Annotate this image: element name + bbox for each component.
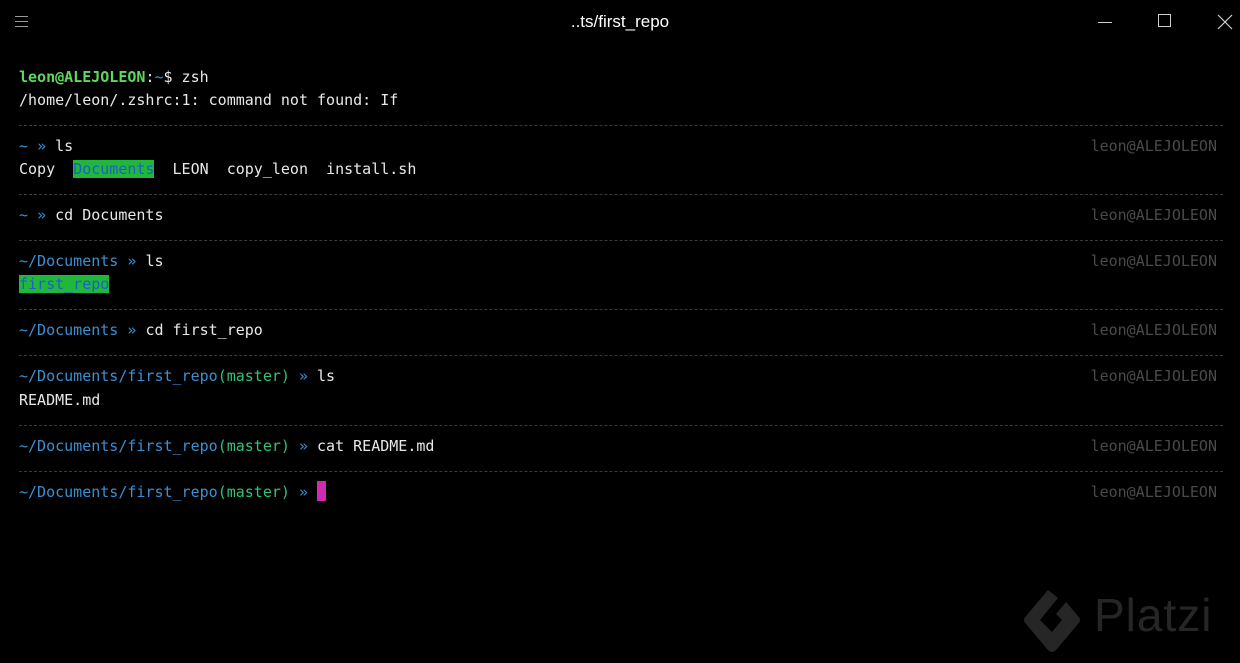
- prompt-path: ~/Documents/first_repo: [19, 437, 218, 455]
- prompt-path: ~/Documents/first_repo: [19, 367, 218, 385]
- prompt-arrow: »: [298, 483, 308, 501]
- file-entry: copy_leon: [226, 160, 308, 178]
- prompt-line: ~ » ls: [19, 135, 73, 158]
- output-line: Copy Documents LEON copy_leon install.sh: [19, 158, 416, 181]
- right-prompt-user: leon@ALEJOLEON: [1090, 437, 1217, 455]
- right-prompt-user: leon@ALEJOLEON: [1090, 252, 1217, 270]
- command-text: ls: [317, 367, 336, 385]
- watermark-text: Platzi: [1094, 589, 1213, 641]
- prompt-path: ~: [154, 68, 164, 86]
- error-output-line: /home/leon/.zshrc:1: command not found: …: [19, 91, 399, 109]
- output-line: first_repo: [19, 273, 110, 296]
- prompt-user: leon@ALEJOLEON: [19, 68, 146, 86]
- text-cursor: [317, 481, 327, 501]
- right-prompt-user: leon@ALEJOLEON: [1090, 367, 1217, 385]
- file-entry: Copy: [19, 160, 56, 178]
- directory-entry: first_repo: [19, 275, 110, 293]
- right-prompt-user: leon@ALEJOLEON: [1090, 206, 1217, 224]
- prompt-path: ~: [19, 137, 29, 155]
- minimize-icon[interactable]: [1090, 8, 1120, 36]
- prompt-arrow: »: [298, 437, 308, 455]
- prompt-dollar: $: [163, 68, 173, 86]
- prompt-arrow: »: [37, 137, 47, 155]
- command-text: zsh: [172, 68, 209, 86]
- command-text: cd first_repo: [145, 321, 263, 339]
- directory-entry: Documents: [73, 160, 155, 178]
- platzi-watermark: Platzi: [1022, 586, 1232, 654]
- file-entry: README.md: [19, 391, 101, 409]
- prompt-separator: [19, 355, 1223, 356]
- prompt-path: ~: [19, 206, 29, 224]
- prompt-arrow: »: [127, 252, 137, 270]
- prompt-path: ~/Documents/first_repo: [19, 483, 218, 501]
- prompt-arrow: »: [298, 367, 308, 385]
- prompt-separator: [19, 471, 1223, 472]
- git-branch: (master): [217, 483, 290, 501]
- maximize-icon[interactable]: [1150, 8, 1180, 36]
- git-branch: (master): [217, 437, 290, 455]
- prompt-separator: [19, 194, 1223, 195]
- file-entry: LEON: [172, 160, 209, 178]
- command-text: cat README.md: [317, 437, 435, 455]
- prompt-separator: [19, 125, 1223, 126]
- prompt-line: ~/Documents/first_repo(master) » cat REA…: [19, 435, 434, 458]
- output-line: README.md: [19, 389, 100, 412]
- prompt-line: ~/Documents » cd first_repo: [19, 319, 263, 342]
- prompt-separator: [19, 309, 1223, 310]
- right-prompt-user: leon@ALEJOLEON: [1090, 137, 1217, 155]
- prompt-arrow: »: [37, 206, 47, 224]
- right-prompt-user: leon@ALEJOLEON: [1090, 483, 1217, 501]
- terminal-window: ..ts/first_repo leon@ALEJOLEON:~$ zsh /h…: [0, 0, 1240, 663]
- command-text: ls: [55, 137, 74, 155]
- git-branch: (master): [217, 367, 290, 385]
- prompt-separator: [19, 240, 1223, 241]
- file-entry: install.sh: [326, 160, 417, 178]
- prompt-line: ~/Documents/first_repo(master) » ls: [19, 365, 335, 388]
- active-prompt-line[interactable]: ~/Documents/first_repo(master) »: [19, 481, 327, 504]
- title-bar: ..ts/first_repo: [0, 0, 1240, 46]
- close-icon[interactable]: [1210, 8, 1240, 36]
- command-text: ls: [145, 252, 164, 270]
- platzi-logo-icon: [1024, 590, 1080, 652]
- initial-prompt-line: leon@ALEJOLEON:~$ zsh: [19, 66, 209, 89]
- window-title: ..ts/first_repo: [570, 12, 670, 31]
- prompt-path: ~/Documents: [19, 321, 119, 339]
- prompt-line: ~/Documents » ls: [19, 250, 164, 273]
- prompt-line: ~ » cd Documents: [19, 204, 164, 227]
- command-text: cd Documents: [55, 206, 164, 224]
- prompt-path: ~/Documents: [19, 252, 119, 270]
- prompt-arrow: »: [127, 321, 137, 339]
- terminal-output[interactable]: leon@ALEJOLEON:~$ zsh /home/leon/.zshrc:…: [0, 46, 1240, 663]
- prompt-separator: [19, 425, 1223, 426]
- right-prompt-user: leon@ALEJOLEON: [1090, 321, 1217, 339]
